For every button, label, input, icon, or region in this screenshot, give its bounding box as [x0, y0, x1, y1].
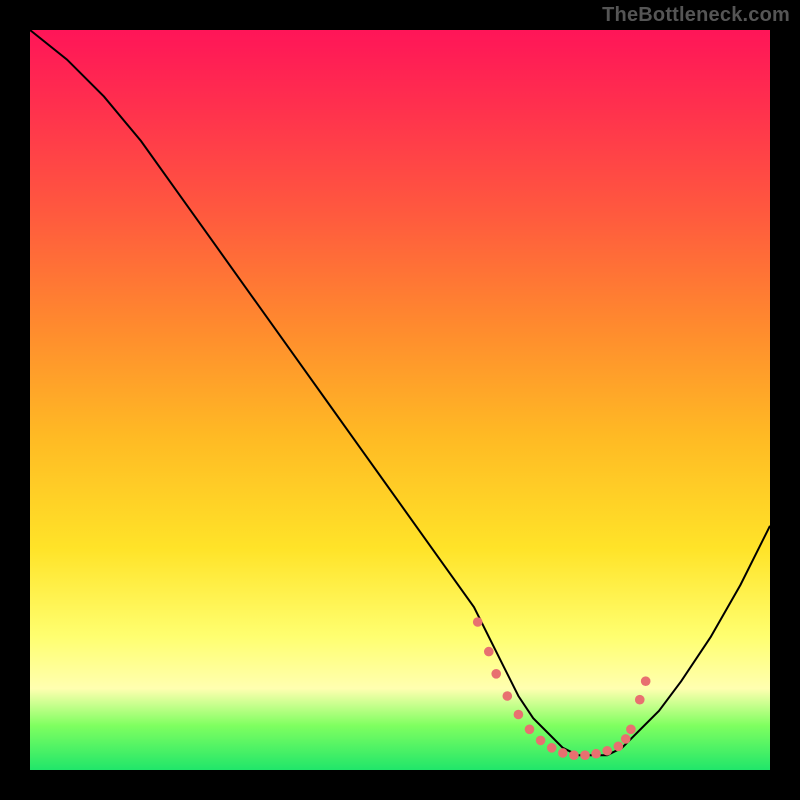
curve-layer [30, 30, 770, 770]
watermark-text: TheBottleneck.com [602, 4, 790, 27]
valley-dot [491, 669, 501, 679]
valley-dot [641, 676, 651, 686]
valley-dot [591, 749, 601, 759]
valley-dot [635, 695, 645, 705]
valley-dot [613, 742, 623, 752]
valley-dot [536, 736, 546, 746]
valley-dot [514, 710, 524, 720]
chart-stage: TheBottleneck.com [0, 0, 800, 800]
valley-dot [558, 748, 568, 758]
valley-dot [502, 691, 512, 701]
valley-dot [602, 746, 612, 756]
valley-dot [473, 617, 483, 627]
plot-area [30, 30, 770, 770]
valley-dot [580, 750, 590, 760]
valley-marker-dots [473, 617, 651, 760]
valley-dot [484, 647, 494, 657]
valley-dot [621, 734, 631, 744]
bottleneck-curve [30, 30, 770, 755]
valley-dot [626, 724, 636, 734]
valley-dot [525, 724, 535, 734]
valley-dot [569, 750, 579, 760]
valley-dot [547, 743, 557, 753]
